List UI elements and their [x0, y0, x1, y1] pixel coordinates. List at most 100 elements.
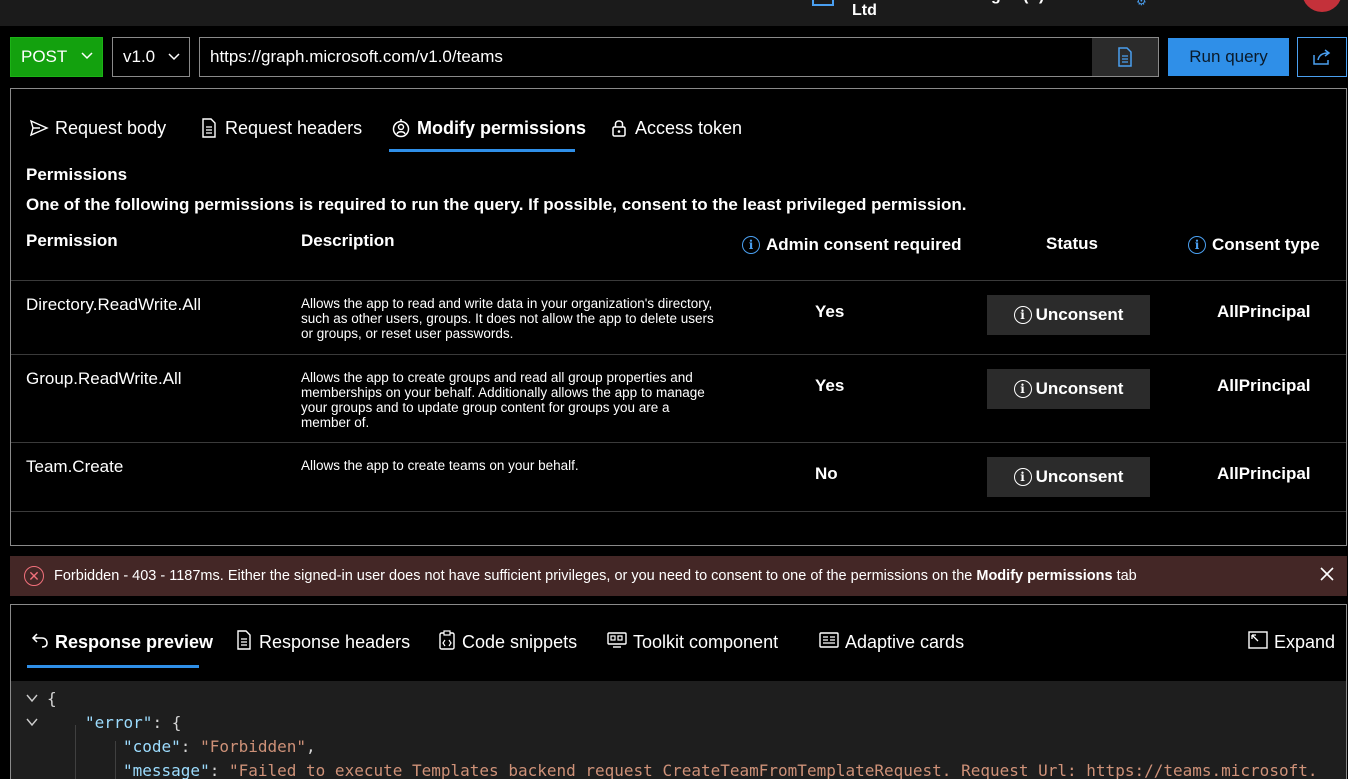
code-line: "message": "Failed to execute Templates … [11, 759, 1346, 779]
tab-response-preview[interactable]: Response preview [31, 627, 213, 657]
permission-description: Allows the app to create teams on your b… [301, 458, 579, 473]
code-text: , [306, 737, 316, 756]
tenant-name[interactable]: Wenzins Technologies(P) Pvt Ltd [852, 0, 1092, 19]
column-header-label: Status [1046, 234, 1098, 253]
tab-access-token[interactable]: Access token [609, 113, 742, 143]
tab-label: Response headers [259, 631, 411, 652]
column-header-consent-type: i Consent type [1188, 235, 1320, 255]
tab-adaptive-cards[interactable]: Adaptive cards [819, 627, 964, 657]
code-text: : [180, 737, 201, 756]
send-icon [29, 118, 49, 138]
code-text: : [209, 761, 229, 779]
settings-icon[interactable]: ⚙ [1136, 0, 1150, 8]
tenant-icon [812, 0, 834, 6]
tab-modify-permissions[interactable]: Modify permissions [391, 113, 586, 143]
docs-button[interactable] [1092, 38, 1158, 76]
expand-label: Expand [1274, 631, 1336, 652]
close-button[interactable] [1317, 564, 1337, 584]
tab-label: Adaptive cards [845, 631, 965, 652]
table-row: Group.ReadWrite.All Allows the app to cr… [11, 355, 1346, 443]
info-icon: i [1013, 468, 1032, 486]
table-row: Team.Create Allows the app to create tea… [11, 443, 1346, 512]
code-string: "Failed to execute Templates backend req… [228, 761, 1318, 779]
document-icon [235, 629, 253, 655]
http-method-dropdown[interactable]: POST [10, 37, 103, 77]
column-header-label: Description [301, 231, 395, 250]
toolkit-icon [607, 631, 627, 654]
clipboard-code-icon [438, 629, 456, 655]
row-divider [11, 511, 1346, 512]
admin-consent-value: Yes [815, 376, 845, 395]
share-button[interactable] [1297, 37, 1347, 77]
error-link-modify-permissions: Modify permissions [976, 568, 1113, 584]
avatar[interactable] [1302, 0, 1342, 12]
code-text: { [47, 689, 57, 708]
expand-button[interactable]: Expand [1248, 627, 1335, 657]
permission-description: Allows the app to read and write data in… [301, 296, 714, 341]
column-header-description: Description [301, 231, 395, 251]
info-icon[interactable]: i [742, 236, 760, 254]
chevron-down-icon[interactable] [25, 715, 39, 729]
error-suffix: tab [1112, 568, 1137, 584]
chevron-down-icon[interactable] [25, 691, 39, 705]
unconsent-label: Unconsent [1035, 467, 1124, 486]
column-header-admin-consent: i Admin consent required [742, 235, 962, 255]
url-input[interactable]: https://graph.microsoft.com/v1.0/teams [199, 37, 1159, 77]
code-string: "Forbidden" [200, 737, 307, 756]
column-header-label: Permission [26, 231, 118, 250]
consent-type-value: AllPrincipal [1217, 376, 1311, 395]
version-dropdown[interactable]: v1.0 [112, 37, 190, 77]
version-value: v1.0 [123, 47, 156, 66]
unconsent-button[interactable]: i Unconsent [987, 457, 1150, 497]
tab-code-snippets[interactable]: Code snippets [438, 627, 577, 657]
permissions-title: Permissions [26, 165, 128, 184]
code-line: { [11, 687, 1346, 711]
response-code-viewer[interactable]: { "error": { "code": "Forbidden", "messa… [11, 681, 1346, 779]
error-icon: ✕ [24, 566, 44, 586]
admin-consent-value: Yes [815, 302, 845, 321]
chevron-down-icon [168, 53, 180, 61]
tab-label: Modify permissions [417, 117, 587, 138]
column-header-label: Admin consent required [766, 235, 962, 254]
code-key: "error" [85, 713, 153, 732]
top-bar: Wenzins Technologies(P) Pvt Ltd ⚙ [0, 0, 1348, 26]
lock-icon [609, 118, 629, 138]
admin-consent-value: No [815, 464, 838, 483]
request-panel: Request body Request headers Modify perm… [10, 88, 1347, 546]
code-line: "code": "Forbidden", [11, 735, 1346, 759]
unconsent-button[interactable]: i Unconsent [987, 369, 1150, 409]
tab-label: Request body [55, 117, 167, 138]
unconsent-label: Unconsent [1035, 305, 1124, 324]
code-key: "message" [123, 761, 210, 779]
active-tab-indicator [389, 149, 575, 152]
tab-label: Request headers [225, 117, 363, 138]
tab-request-body[interactable]: Request body [29, 113, 166, 143]
document-icon [199, 118, 219, 138]
consent-type-value: AllPrincipal [1217, 464, 1311, 483]
permission-name: Directory.ReadWrite.All [26, 295, 202, 314]
unconsent-button[interactable]: i Unconsent [987, 295, 1150, 335]
error-text: Forbidden - 403 - 1187ms. Either the sig… [54, 568, 977, 584]
tab-toolkit-component[interactable]: Toolkit component [607, 627, 778, 657]
tab-request-headers[interactable]: Request headers [199, 113, 362, 143]
active-tab-indicator [27, 665, 199, 668]
column-header-permission: Permission [26, 231, 118, 251]
consent-type-value: AllPrincipal [1217, 302, 1311, 321]
tab-label: Access token [635, 117, 743, 138]
info-icon: i [1013, 380, 1032, 398]
error-message-bar: ✕ Forbidden - 403 - 1187ms. Either the s… [10, 556, 1347, 596]
code-key: "code" [123, 737, 181, 756]
tab-label: Code snippets [462, 631, 578, 652]
close-icon [1320, 567, 1334, 581]
http-method-value: POST [21, 47, 68, 66]
permission-name: Group.ReadWrite.All [26, 369, 182, 388]
info-icon: i [1013, 306, 1032, 324]
permission-description: Allows the app to create groups and read… [301, 370, 705, 430]
column-header-label: Consent type [1212, 235, 1320, 254]
chevron-down-icon [81, 52, 93, 60]
run-query-button[interactable]: Run query [1168, 38, 1289, 76]
code-text: : { [152, 713, 182, 732]
tab-response-headers[interactable]: Response headers [235, 627, 410, 657]
info-icon[interactable]: i [1188, 236, 1206, 254]
expand-icon [1248, 630, 1268, 654]
